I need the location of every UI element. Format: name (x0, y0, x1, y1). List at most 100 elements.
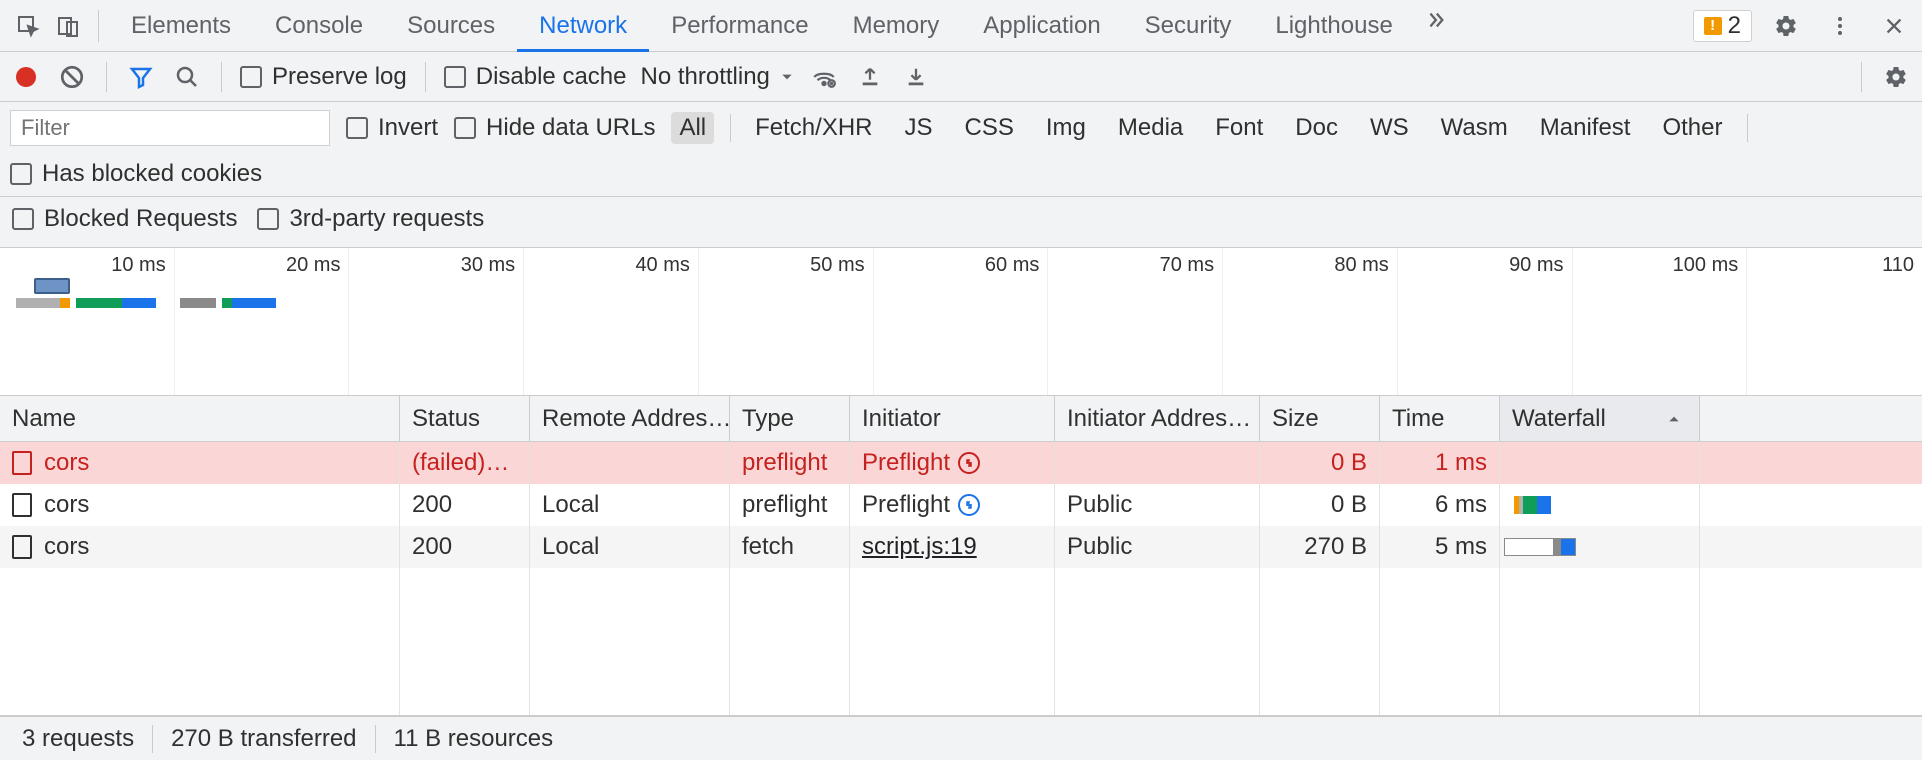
table-row[interactable]: cors(failed)…preflightPreflight0 B1 ms (0, 442, 1922, 484)
filter-type-wasm[interactable]: Wasm (1433, 112, 1516, 144)
filter-type-css[interactable]: CSS (957, 112, 1022, 144)
hide-data-urls-label: Hide data URLs (486, 114, 655, 142)
table-body[interactable]: cors(failed)…preflightPreflight0 B1 msco… (0, 442, 1922, 716)
request-name: cors (44, 533, 89, 561)
issues-count: 2 (1728, 12, 1741, 40)
tick-label: 10 ms (111, 254, 165, 277)
cell-initiator: Preflight (850, 442, 1055, 484)
cell-waterfall (1500, 484, 1700, 526)
hide-data-urls-checkbox[interactable]: Hide data URLs (454, 114, 655, 142)
filter-type-other[interactable]: Other (1654, 112, 1730, 144)
import-har-icon[interactable] (854, 61, 886, 93)
filter-type-ws[interactable]: WS (1362, 112, 1417, 144)
separator (425, 62, 426, 92)
col-initiator-address[interactable]: Initiator Addres… (1055, 396, 1260, 441)
disable-cache-label: Disable cache (476, 63, 627, 91)
tab-lighthouse[interactable]: Lighthouse (1253, 0, 1414, 51)
filter-funnel-icon[interactable] (125, 61, 157, 93)
tab-security[interactable]: Security (1123, 0, 1254, 51)
cell-remote: Local (530, 526, 730, 568)
tab-elements[interactable]: Elements (109, 0, 253, 51)
overview-bars (16, 298, 276, 308)
tab-network[interactable]: Network (517, 0, 649, 51)
has-blocked-cookies-checkbox[interactable]: Has blocked cookies (10, 160, 262, 188)
filter-type-font[interactable]: Font (1207, 112, 1271, 144)
has-blocked-cookies-label: Has blocked cookies (42, 160, 262, 188)
cell-name: cors (0, 526, 400, 568)
cell-extra (1700, 442, 1922, 484)
file-icon (12, 493, 32, 517)
col-type[interactable]: Type (730, 396, 850, 441)
close-devtools-icon[interactable] (1874, 6, 1914, 46)
settings-gear-icon[interactable] (1766, 6, 1806, 46)
more-tabs-icon[interactable] (1415, 0, 1455, 40)
tick-label: 50 ms (810, 254, 864, 277)
initiator-link[interactable]: script.js:19 (862, 533, 977, 561)
network-settings-gear-icon[interactable] (1880, 61, 1912, 93)
blocked-requests-checkbox[interactable]: Blocked Requests (12, 205, 237, 233)
issues-badge[interactable]: ! 2 (1693, 10, 1752, 42)
cell-waterfall (1500, 526, 1700, 568)
col-status[interactable]: Status (400, 396, 530, 441)
filter-type-doc[interactable]: Doc (1287, 112, 1346, 144)
table-header: Name Status Remote Addres… Type Initiato… (0, 396, 1922, 442)
cell-name: cors (0, 484, 400, 526)
cell-size: 0 B (1260, 442, 1380, 484)
cell-extra (1700, 484, 1922, 526)
search-icon[interactable] (171, 61, 203, 93)
tick-label: 80 ms (1334, 254, 1388, 277)
tab-application[interactable]: Application (961, 0, 1122, 51)
devtools-tab-strip: Elements Console Sources Network Perform… (0, 0, 1922, 52)
third-party-checkbox[interactable]: 3rd-party requests (257, 205, 484, 233)
throttling-value: No throttling (640, 63, 769, 91)
tab-memory[interactable]: Memory (831, 0, 962, 51)
preflight-icon (958, 494, 980, 516)
col-extra (1700, 396, 1922, 441)
filter-input[interactable] (10, 110, 330, 146)
overview-selection[interactable] (34, 278, 70, 294)
cell-time: 1 ms (1380, 442, 1500, 484)
request-name: cors (44, 491, 89, 519)
filter-type-img[interactable]: Img (1038, 112, 1094, 144)
filter-type-js[interactable]: JS (897, 112, 941, 144)
invert-checkbox[interactable]: Invert (346, 114, 438, 142)
timeline-overview[interactable]: 10 ms 20 ms 30 ms 40 ms 50 ms 60 ms 70 m… (0, 248, 1922, 396)
initiator-text: Preflight (862, 491, 950, 519)
col-waterfall[interactable]: Waterfall (1500, 396, 1700, 441)
file-icon (12, 451, 32, 475)
cell-remote: Local (530, 484, 730, 526)
col-initiator[interactable]: Initiator (850, 396, 1055, 441)
disable-cache-checkbox[interactable]: Disable cache (444, 63, 627, 91)
filter-type-media[interactable]: Media (1110, 112, 1191, 144)
cell-extra (1700, 526, 1922, 568)
col-remote[interactable]: Remote Addres… (530, 396, 730, 441)
clear-button[interactable] (56, 61, 88, 93)
filter-type-all[interactable]: All (671, 112, 714, 144)
request-table: Name Status Remote Addres… Type Initiato… (0, 396, 1922, 716)
status-bar: 3 requests 270 B transferred 11 B resour… (0, 716, 1922, 760)
device-toolbar-icon[interactable] (48, 6, 88, 46)
record-button[interactable] (10, 61, 42, 93)
separator (98, 10, 99, 42)
separator (106, 62, 107, 92)
inspect-element-icon[interactable] (8, 6, 48, 46)
throttling-select[interactable]: No throttling (640, 63, 793, 91)
cell-waterfall (1500, 442, 1700, 484)
tab-console[interactable]: Console (253, 0, 385, 51)
table-row[interactable]: cors200LocalpreflightPreflightPublic0 B6… (0, 484, 1922, 526)
tick-label: 30 ms (461, 254, 515, 277)
export-har-icon[interactable] (900, 61, 932, 93)
network-conditions-icon[interactable] (808, 61, 840, 93)
col-size[interactable]: Size (1260, 396, 1380, 441)
cell-status: (failed)… (400, 442, 530, 484)
table-row[interactable]: cors200Localfetchscript.js:19Public270 B… (0, 526, 1922, 568)
col-name[interactable]: Name (0, 396, 400, 441)
filter-type-fetch[interactable]: Fetch/XHR (747, 112, 880, 144)
col-time[interactable]: Time (1380, 396, 1500, 441)
filter-type-manifest[interactable]: Manifest (1532, 112, 1639, 144)
kebab-menu-icon[interactable] (1820, 6, 1860, 46)
tab-sources[interactable]: Sources (385, 0, 517, 51)
tab-performance[interactable]: Performance (649, 0, 830, 51)
request-name: cors (44, 449, 89, 477)
preserve-log-checkbox[interactable]: Preserve log (240, 63, 407, 91)
